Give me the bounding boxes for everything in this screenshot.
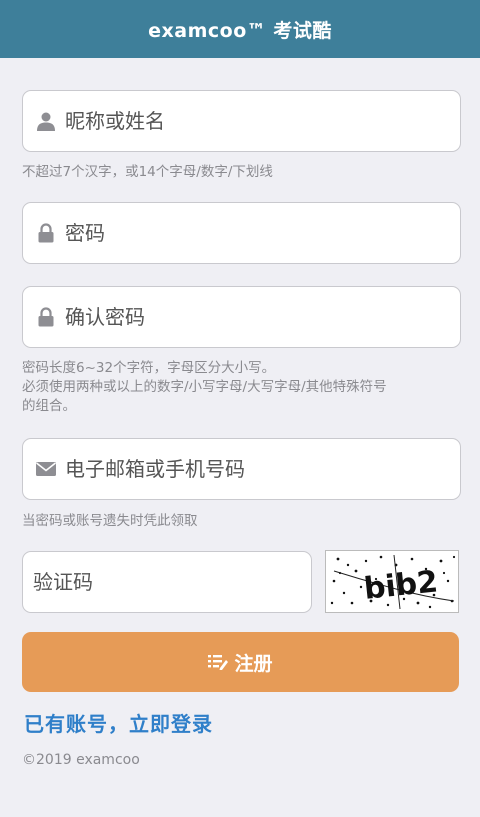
envelope-icon bbox=[35, 458, 57, 480]
nickname-input[interactable] bbox=[65, 101, 425, 141]
register-label: 注册 bbox=[234, 652, 273, 675]
lock-icon bbox=[35, 306, 57, 328]
captcha-image[interactable]: bib2 bbox=[325, 550, 459, 613]
app-header: examcoo™ 考试酷 bbox=[0, 0, 480, 58]
nickname-field[interactable] bbox=[22, 90, 461, 152]
password-hint-line: 密码长度6~32个字符，字母区分大小写。 bbox=[22, 360, 276, 376]
password-input[interactable] bbox=[65, 213, 425, 253]
confirm-password-input[interactable] bbox=[65, 297, 425, 337]
form-icon bbox=[208, 654, 229, 670]
password-hint-line: 的组合。 bbox=[22, 398, 76, 414]
copyright: ©2019 examcoo bbox=[22, 752, 140, 768]
captcha-input[interactable] bbox=[33, 562, 293, 602]
password-hint-line: 必须使用两种或以上的数字/小写字母/大写字母/其他特殊符号 bbox=[22, 379, 387, 395]
user-icon bbox=[35, 110, 57, 132]
app-title: examcoo™ 考试酷 bbox=[148, 19, 332, 42]
password-field[interactable] bbox=[22, 202, 461, 264]
email-field[interactable] bbox=[22, 438, 461, 500]
password-hint: 密码长度6~32个字符，字母区分大小写。 必须使用两种或以上的数字/小写字母/大… bbox=[22, 359, 462, 416]
lock-icon bbox=[35, 222, 57, 244]
email-input[interactable] bbox=[65, 449, 425, 489]
email-hint: 当密码或账号遗失时凭此领取 bbox=[22, 513, 198, 529]
login-link[interactable]: 已有账号，立即登录 bbox=[24, 708, 213, 737]
register-button[interactable]: 注册 bbox=[22, 632, 459, 692]
confirm-password-field[interactable] bbox=[22, 286, 461, 348]
captcha-field[interactable] bbox=[22, 551, 312, 613]
nickname-hint: 不超过7个汉字，或14个字母/数字/下划线 bbox=[22, 164, 273, 180]
captcha-text: bib2 bbox=[362, 564, 439, 607]
